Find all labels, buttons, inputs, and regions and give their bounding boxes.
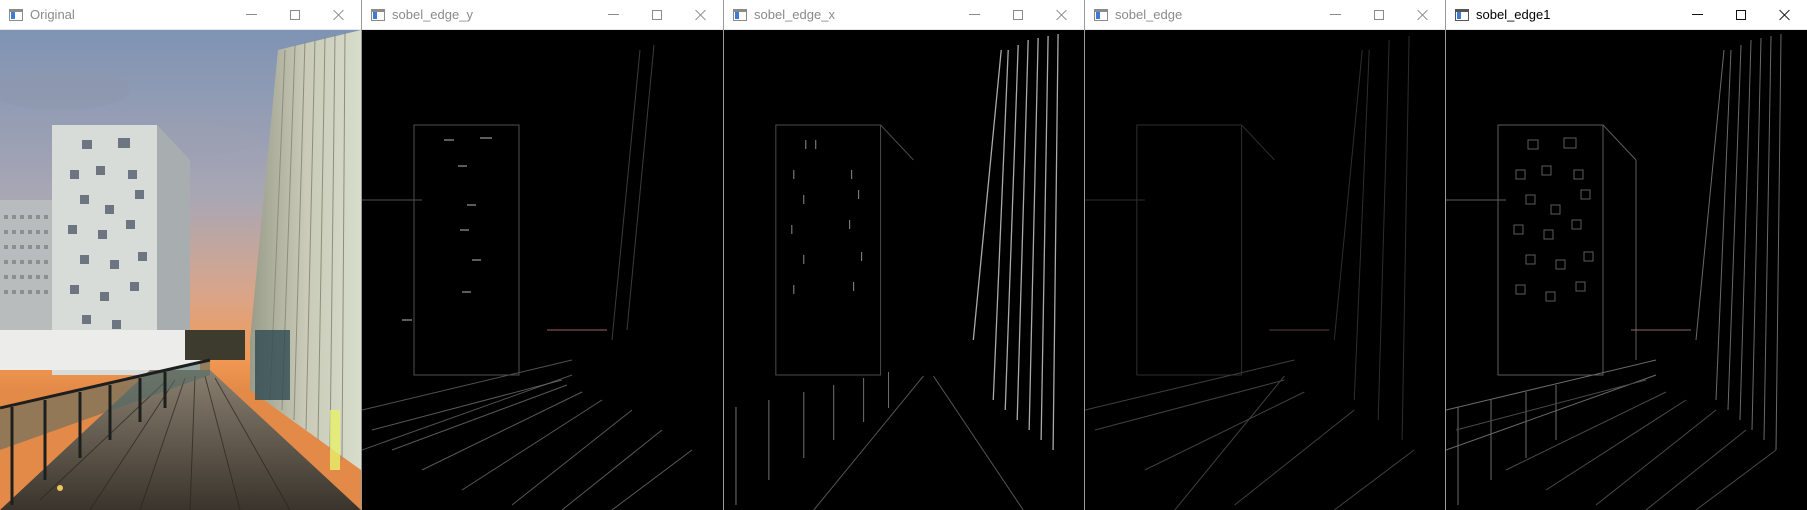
minimize-icon [1329, 14, 1341, 15]
image-canvas [1446, 30, 1807, 510]
close-button[interactable] [1040, 0, 1084, 30]
window-original[interactable]: Original [0, 0, 361, 510]
edge-image [1085, 30, 1445, 510]
titlebar[interactable]: Original [0, 0, 361, 30]
window-sobel-edge-x[interactable]: sobel_edge_x [723, 0, 1084, 510]
close-icon [1056, 9, 1068, 21]
close-button[interactable] [1401, 0, 1445, 30]
maximize-button[interactable] [1357, 0, 1401, 30]
edge-image [1446, 30, 1807, 510]
close-button[interactable] [317, 0, 361, 30]
minimize-button[interactable] [229, 0, 273, 30]
maximize-button[interactable] [273, 0, 317, 30]
window-sobel-edge-y[interactable]: sobel_edge_y [361, 0, 723, 510]
opencv-window-icon [9, 8, 23, 21]
minimize-icon [245, 14, 257, 15]
close-icon [1779, 9, 1791, 21]
window-title: sobel_edge1 [1476, 7, 1551, 22]
original-photo [0, 30, 361, 510]
maximize-icon [652, 9, 662, 20]
opencv-window-icon [371, 8, 385, 21]
edge-image [724, 30, 1084, 510]
image-canvas [362, 30, 723, 510]
window-sobel-edge[interactable]: sobel_edge [1084, 0, 1445, 510]
window-title: sobel_edge [1115, 7, 1183, 22]
close-icon [333, 9, 345, 21]
image-canvas [1085, 30, 1445, 510]
maximize-button[interactable] [1719, 0, 1763, 30]
window-title: Original [30, 7, 75, 22]
minimize-button[interactable] [591, 0, 635, 30]
image-canvas [724, 30, 1084, 510]
close-icon [695, 9, 707, 21]
window-sobel-edge1[interactable]: sobel_edge1 [1445, 0, 1807, 510]
maximize-icon [1736, 9, 1746, 20]
titlebar[interactable]: sobel_edge [1085, 0, 1445, 30]
titlebar[interactable]: sobel_edge1 [1446, 0, 1807, 30]
minimize-button[interactable] [1675, 0, 1719, 30]
close-icon [1417, 9, 1429, 21]
window-title: sobel_edge_x [754, 7, 835, 22]
opencv-window-icon [1455, 8, 1469, 21]
minimize-button[interactable] [1313, 0, 1357, 30]
image-canvas [0, 30, 361, 510]
maximize-button[interactable] [635, 0, 679, 30]
minimize-button[interactable] [952, 0, 996, 30]
titlebar[interactable]: sobel_edge_y [362, 0, 723, 30]
maximize-button[interactable] [996, 0, 1040, 30]
window-title: sobel_edge_y [392, 7, 473, 22]
opencv-window-icon [733, 8, 747, 21]
minimize-icon [1691, 14, 1703, 15]
edge-image [362, 30, 723, 510]
close-button[interactable] [679, 0, 723, 30]
minimize-icon [607, 14, 619, 15]
titlebar[interactable]: sobel_edge_x [724, 0, 1084, 30]
opencv-window-icon [1094, 8, 1108, 21]
minimize-icon [968, 14, 980, 15]
close-button[interactable] [1763, 0, 1807, 30]
maximize-icon [1013, 9, 1023, 20]
maximize-icon [290, 9, 300, 20]
maximize-icon [1374, 9, 1384, 20]
